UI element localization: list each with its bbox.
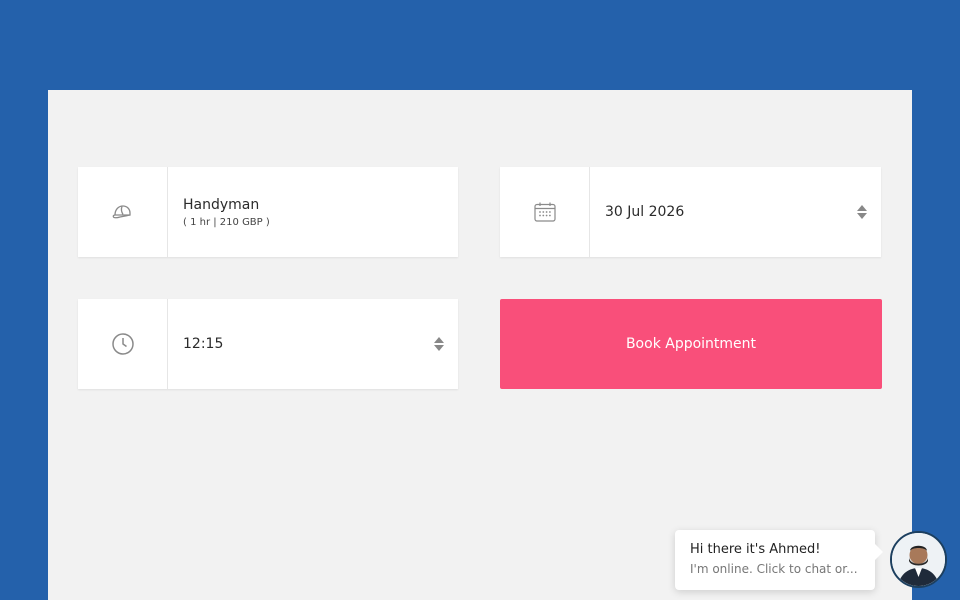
date-selector[interactable]: 30 Jul 2026 [500, 167, 881, 257]
up-arrow-icon[interactable] [857, 205, 867, 211]
service-name: Handyman [183, 196, 260, 213]
down-arrow-icon[interactable] [857, 213, 867, 219]
cap-icon [78, 167, 168, 257]
clock-icon [78, 299, 168, 389]
date-value: 30 Jul 2026 [605, 204, 685, 220]
book-appointment-button[interactable]: Book Appointment [500, 299, 882, 389]
date-spinner-icon[interactable] [857, 205, 867, 219]
booking-panel: Handyman ( 1 hr | 210 GBP ) 30 Jul 2026 [48, 90, 912, 600]
time-value: 12:15 [183, 336, 224, 352]
time-selector[interactable]: 12:15 [78, 299, 458, 389]
calendar-icon [500, 167, 590, 257]
chat-title: Hi there it's Ahmed! [690, 542, 821, 557]
chat-popup[interactable]: Hi there it's Ahmed! I'm online. Click t… [675, 530, 883, 590]
time-spinner-icon[interactable] [434, 337, 444, 351]
up-arrow-icon[interactable] [434, 337, 444, 343]
avatar-icon[interactable] [890, 531, 947, 588]
chat-subtitle: I'm online. Click to chat or... [690, 562, 858, 576]
down-arrow-icon[interactable] [434, 345, 444, 351]
service-selector[interactable]: Handyman ( 1 hr | 210 GBP ) [78, 167, 458, 257]
service-details: ( 1 hr | 210 GBP ) [183, 216, 270, 228]
